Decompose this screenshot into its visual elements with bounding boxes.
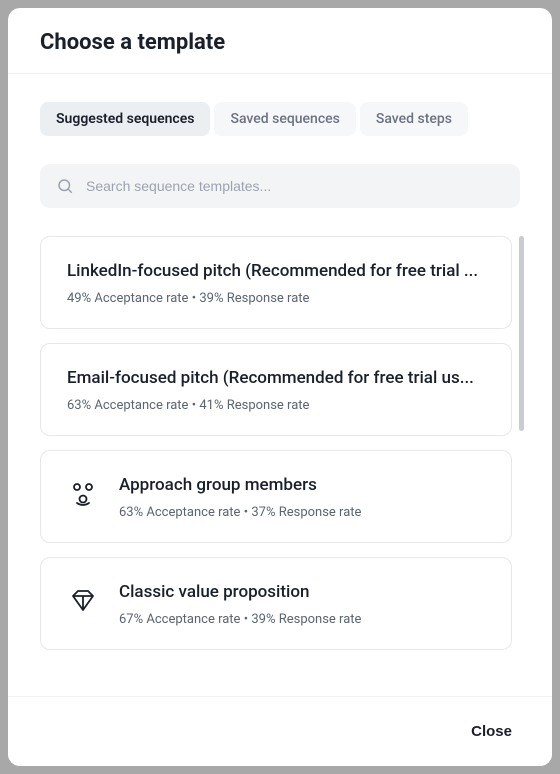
tabs: Suggested sequences Saved sequences Save… (40, 102, 520, 136)
card-stats: 67% Acceptance rate • 39% Response rate (119, 612, 485, 627)
card-content: Approach group members 63% Acceptance ra… (119, 475, 485, 520)
tab-saved-steps[interactable]: Saved steps (360, 102, 468, 136)
template-list-container: LinkedIn-focused pitch (Recommended for … (40, 236, 520, 686)
diamond-icon (67, 586, 99, 618)
close-button[interactable]: Close (467, 717, 516, 746)
card-title: Email-focused pitch (Recommended for fre… (67, 368, 485, 388)
template-card[interactable]: Classic value proposition 67% Acceptance… (40, 557, 512, 650)
scrollbar[interactable] (519, 236, 524, 431)
card-content: Classic value proposition 67% Acceptance… (119, 582, 485, 627)
template-card[interactable]: Approach group members 63% Acceptance ra… (40, 450, 512, 543)
template-card[interactable]: LinkedIn-focused pitch (Recommended for … (40, 236, 512, 329)
card-stats: 63% Acceptance rate • 37% Response rate (119, 505, 485, 520)
template-card[interactable]: Email-focused pitch (Recommended for fre… (40, 343, 512, 436)
search-icon (56, 177, 74, 195)
group-icon (67, 479, 99, 511)
modal-body: Suggested sequences Saved sequences Save… (8, 74, 552, 696)
template-modal: Choose a template Suggested sequences Sa… (8, 8, 552, 766)
modal-title: Choose a template (40, 30, 520, 55)
tab-suggested-sequences[interactable]: Suggested sequences (40, 102, 210, 136)
modal-footer: Close (8, 696, 552, 766)
card-stats: 63% Acceptance rate • 41% Response rate (67, 398, 485, 413)
modal-header: Choose a template (8, 8, 552, 74)
template-list[interactable]: LinkedIn-focused pitch (Recommended for … (40, 236, 520, 686)
card-title: Approach group members (119, 475, 485, 495)
search-input[interactable] (86, 178, 504, 194)
card-content: Email-focused pitch (Recommended for fre… (67, 368, 485, 413)
tab-saved-sequences[interactable]: Saved sequences (214, 102, 355, 136)
search-wrapper[interactable] (40, 164, 520, 208)
card-content: LinkedIn-focused pitch (Recommended for … (67, 261, 485, 306)
card-title: LinkedIn-focused pitch (Recommended for … (67, 261, 485, 281)
card-title: Classic value proposition (119, 582, 485, 602)
card-stats: 49% Acceptance rate • 39% Response rate (67, 291, 485, 306)
